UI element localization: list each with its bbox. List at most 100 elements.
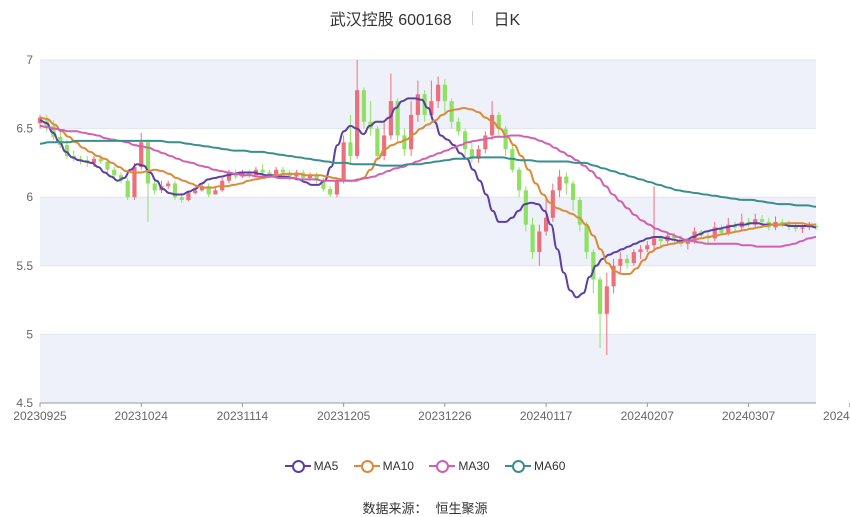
legend-label-ma60: MA60 <box>534 458 566 473</box>
candle-body <box>125 180 130 198</box>
candle-body <box>280 169 286 173</box>
legend-swatch-ma60 <box>505 459 532 473</box>
data-source: 数据来源： 恒生聚源 <box>0 498 850 517</box>
candle-body <box>442 84 447 102</box>
legend-item-ma10[interactable]: MA10 <box>353 458 414 473</box>
y-tick-label: 7 <box>26 53 33 67</box>
candle-body <box>651 238 657 246</box>
candle <box>503 125 508 157</box>
candle-body <box>645 245 650 250</box>
candle-body <box>624 258 630 264</box>
x-tick-label: 20240207 <box>621 409 675 423</box>
candle-body <box>658 238 663 242</box>
candlestick-chart: 4.5 5 5.5 6 6.5 7 20230925 20231024 20231114 202… <box>13 53 850 423</box>
candle-body <box>631 252 636 264</box>
candle-body <box>557 176 562 191</box>
legend-label-ma5: MA5 <box>313 458 339 473</box>
candle-body <box>604 286 609 314</box>
candle-body <box>260 169 265 173</box>
candle-body <box>166 183 171 187</box>
candle <box>287 169 292 181</box>
legend: MA5 MA10 MA30 MA60 <box>0 458 850 473</box>
grid-band <box>40 334 816 403</box>
candle-body <box>800 227 805 229</box>
candle-body <box>759 219 765 222</box>
legend-label-ma30: MA30 <box>458 458 490 473</box>
candle-body <box>584 224 589 253</box>
candle <box>469 142 474 163</box>
candle-body <box>523 190 528 225</box>
candle-body <box>348 142 353 157</box>
candle-body <box>213 190 218 195</box>
y-tick-label: 5.5 <box>16 259 33 273</box>
source-label: 数据来源： <box>362 501 428 516</box>
x-tick-label: 20231024 <box>115 409 169 423</box>
candle-body <box>355 90 360 157</box>
candle <box>125 177 130 200</box>
source-name: 恒生聚源 <box>435 501 488 516</box>
candle-body <box>179 197 184 200</box>
legend-item-ma60[interactable]: MA60 <box>505 458 565 473</box>
x-tick-label: 20240327 <box>823 409 850 423</box>
candle-body <box>341 142 346 181</box>
candle-body <box>456 121 461 132</box>
x-tick-label: 20231114 <box>217 409 269 423</box>
legend-label-ma10: MA10 <box>382 458 414 473</box>
candle <box>557 169 562 198</box>
candle <box>172 180 178 200</box>
candle-body <box>186 193 191 200</box>
candle-body <box>597 279 603 314</box>
candle <box>402 128 407 157</box>
candle <box>166 180 171 189</box>
candle-body <box>193 190 198 194</box>
candle <box>71 150 76 162</box>
y-tick-label: 4.5 <box>16 396 33 410</box>
candle-body <box>490 114 495 136</box>
candle-body <box>570 183 576 200</box>
candle <box>152 180 157 195</box>
candle <box>240 169 245 178</box>
y-axis: 4.5 5 5.5 6 6.5 7 <box>16 53 33 410</box>
candle-body <box>530 224 535 253</box>
y-tick-label: 6 <box>26 190 33 204</box>
candle-body <box>537 231 542 253</box>
candle <box>220 177 225 192</box>
candle <box>328 186 333 198</box>
candle <box>341 135 346 184</box>
candle-body <box>463 131 468 150</box>
candle <box>476 145 481 163</box>
y-tick-label: 6.5 <box>16 122 33 136</box>
candle-body <box>409 114 414 150</box>
x-tick-label: 20231205 <box>317 409 371 423</box>
candle-body <box>152 183 157 191</box>
candle <box>247 169 252 178</box>
candle-body <box>436 84 441 102</box>
candle <box>517 167 522 198</box>
grid-band <box>40 60 816 129</box>
candle-body <box>375 128 380 157</box>
candle-body <box>415 94 420 115</box>
candle-body <box>328 188 333 195</box>
legend-item-ma30[interactable]: MA30 <box>429 458 490 473</box>
candle-body <box>402 135 407 150</box>
candle <box>375 125 380 159</box>
y-tick-label: 5 <box>26 327 33 341</box>
candle-body <box>503 128 508 150</box>
candle-body <box>517 169 522 191</box>
candle <box>483 131 488 154</box>
candle-body <box>361 90 366 122</box>
candle-body <box>112 169 117 176</box>
legend-swatch-ma5 <box>284 459 311 473</box>
candle-body <box>334 180 339 195</box>
x-tick-label: 20231226 <box>418 409 472 423</box>
candle <box>496 112 501 136</box>
chart-root: 武汉控股 600168 日K 4.5 5 5.5 6 6.5 7 20230925 2023… <box>0 0 850 517</box>
candle-body <box>483 135 488 150</box>
candle <box>314 172 319 184</box>
legend-swatch-ma30 <box>429 459 456 473</box>
x-tick-label: 20230925 <box>13 409 67 423</box>
x-tick-label: 20240117 <box>520 409 573 423</box>
candle <box>206 183 211 198</box>
legend-item-ma5[interactable]: MA5 <box>284 458 339 473</box>
x-tick-label: 20240307 <box>722 409 776 423</box>
